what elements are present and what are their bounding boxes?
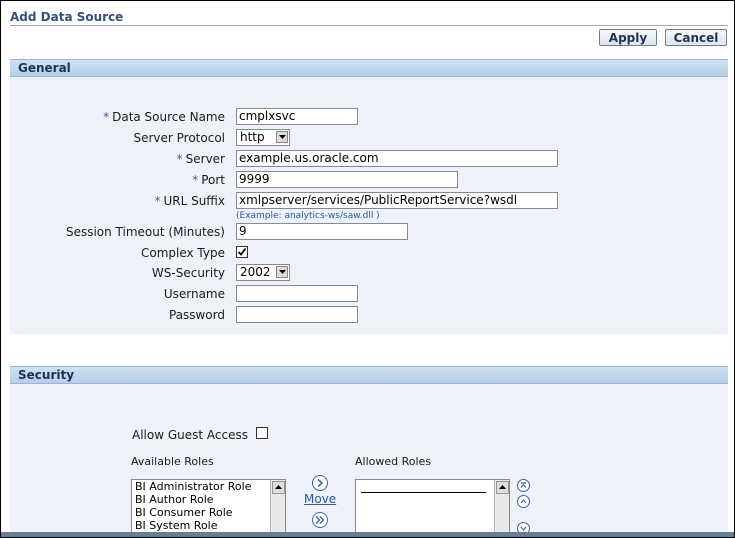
data-source-name-label-text: Data Source Name xyxy=(112,110,225,124)
move-link[interactable]: Move xyxy=(304,492,336,506)
ws-security-select[interactable]: 2002 xyxy=(236,264,290,281)
chevron-down-icon[interactable] xyxy=(276,131,288,143)
move-all-right-icon[interactable] xyxy=(312,512,328,528)
username-row: Username xyxy=(10,285,728,304)
password-label: Password xyxy=(168,308,225,322)
url-suffix-hint: (Example: analytics-ws/saw.dll ) xyxy=(236,211,380,221)
security-section-header: Security xyxy=(10,366,728,384)
available-roles-list[interactable]: BI Administrator Role BI Author Role BI Co… xyxy=(131,479,286,537)
required-marker: * xyxy=(176,152,183,166)
server-protocol-row: Server Protocol http xyxy=(10,129,728,148)
allowed-roles-scrollbar[interactable] xyxy=(494,480,509,537)
allow-guest-access-label: Allow Guest Access xyxy=(132,428,248,442)
allow-guest-access-checkbox[interactable] xyxy=(256,427,268,439)
available-role-item[interactable]: BI System Role xyxy=(132,519,285,532)
server-protocol-label: Server Protocol xyxy=(133,131,225,145)
available-roles-label: Available Roles xyxy=(131,455,214,468)
general-section-header: General xyxy=(10,59,728,77)
move-to-top-icon[interactable] xyxy=(517,479,530,492)
port-row: * Port 9999 xyxy=(10,171,728,190)
add-data-source-page: Add Data Source Apply Cancel General * Da… xyxy=(0,0,735,538)
title-divider xyxy=(10,25,728,26)
scroll-up-icon[interactable] xyxy=(496,481,509,494)
session-timeout-input[interactable]: 9 xyxy=(236,223,408,240)
username-label: Username xyxy=(163,287,225,301)
scroll-up-icon[interactable] xyxy=(272,481,285,494)
move-right-icon[interactable] xyxy=(312,475,328,491)
server-row: * Server example.us.oracle.com xyxy=(10,150,728,169)
server-label: * Server xyxy=(177,152,225,166)
general-section: General * Data Source Name cmplxsvc Serve… xyxy=(10,59,728,334)
available-role-item[interactable]: BI Author Role xyxy=(132,493,285,506)
data-source-name-label: * Data Source Name xyxy=(103,110,225,124)
allowed-roles-label: Allowed Roles xyxy=(355,455,432,468)
url-suffix-input[interactable]: xmlpserver/services/PublicReportService?… xyxy=(236,192,558,209)
server-protocol-value: http xyxy=(240,130,265,144)
url-suffix-label: * URL Suffix xyxy=(154,194,225,208)
required-marker: * xyxy=(192,173,199,187)
available-role-item[interactable]: BI Consumer Role xyxy=(132,506,285,519)
data-source-name-input[interactable]: cmplxsvc xyxy=(236,108,358,125)
complex-type-checkbox[interactable] xyxy=(236,246,248,258)
ws-security-value: 2002 xyxy=(240,265,271,279)
url-suffix-row: * URL Suffix xmlpserver/services/PublicRe… xyxy=(10,192,728,211)
allowed-roles-placeholder-line xyxy=(361,492,486,493)
port-label: * Port xyxy=(192,173,225,187)
complex-type-label: Complex Type xyxy=(140,246,225,260)
move-up-icon[interactable] xyxy=(517,495,530,508)
available-roles-items: BI Administrator Role BI Author Role BI Co… xyxy=(132,480,285,532)
server-input[interactable]: example.us.oracle.com xyxy=(236,150,558,167)
available-role-item[interactable]: BI Administrator Role xyxy=(132,480,285,493)
apply-button[interactable]: Apply xyxy=(599,29,657,46)
password-row: Password xyxy=(10,306,728,325)
server-label-text: Server xyxy=(185,152,225,166)
required-marker: * xyxy=(103,110,110,124)
security-section: Security Allow Guest Access Available Ro… xyxy=(10,366,728,537)
session-timeout-label: Session Timeout (Minutes) xyxy=(65,225,225,239)
ws-security-row: WS-Security 2002 xyxy=(10,264,728,283)
cancel-button[interactable]: Cancel xyxy=(665,29,727,46)
complex-type-row: Complex Type xyxy=(10,244,728,263)
page-title: Add Data Source xyxy=(10,10,124,24)
checkmark-icon xyxy=(237,247,247,256)
password-input[interactable] xyxy=(236,306,358,323)
data-source-name-row: * Data Source Name cmplxsvc xyxy=(10,108,728,127)
window-bottom-border xyxy=(1,532,734,537)
port-input[interactable]: 9999 xyxy=(236,171,458,188)
port-label-text: Port xyxy=(201,173,225,187)
available-roles-scrollbar[interactable] xyxy=(270,480,285,537)
ws-security-label: WS-Security xyxy=(151,266,225,280)
server-protocol-select[interactable]: http xyxy=(236,129,290,146)
chevron-down-icon[interactable] xyxy=(276,266,288,278)
required-marker: * xyxy=(154,194,161,208)
username-input[interactable] xyxy=(236,285,358,302)
allowed-roles-list[interactable] xyxy=(355,479,510,537)
url-suffix-label-text: URL Suffix xyxy=(163,194,225,208)
session-timeout-row: Session Timeout (Minutes) 9 xyxy=(10,223,728,242)
